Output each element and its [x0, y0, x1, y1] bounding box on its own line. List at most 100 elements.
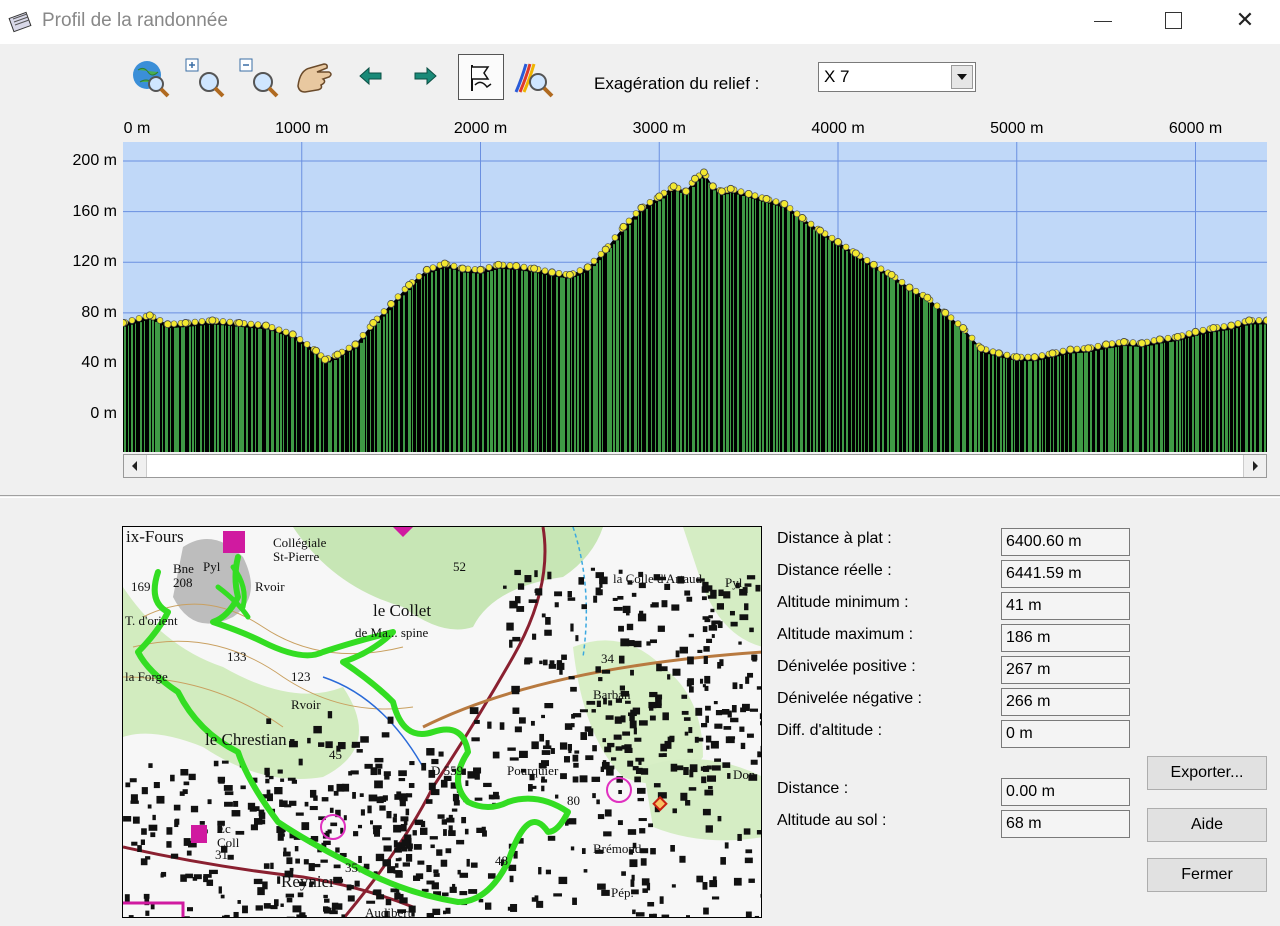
scroll-right-button[interactable]	[1243, 455, 1266, 477]
map-building	[604, 809, 612, 817]
scroll-left-button[interactable]	[124, 455, 147, 477]
map-building	[220, 894, 225, 899]
elevation-bar	[283, 335, 284, 452]
map-place-label: la Colle d'Artaud	[613, 571, 702, 586]
map-building	[166, 841, 172, 848]
map-building	[639, 828, 646, 834]
track-point	[450, 262, 458, 270]
map-building	[393, 813, 397, 818]
stat-label: Distance réelle :	[777, 562, 892, 579]
elevation-bar	[323, 361, 324, 452]
map-building	[613, 606, 623, 611]
map-place-label: la Forge	[125, 669, 168, 684]
map-building	[646, 641, 651, 646]
elevation-bar	[228, 325, 230, 452]
map-building	[156, 795, 165, 804]
elevation-bar	[152, 320, 154, 452]
elevation-bar	[596, 263, 598, 452]
flag-button[interactable]	[458, 54, 504, 100]
map-building	[688, 787, 697, 791]
data-point	[288, 330, 297, 339]
elevation-bar	[873, 268, 875, 452]
map-building	[375, 853, 385, 862]
map-building	[283, 847, 287, 853]
map-building	[711, 634, 715, 638]
map-building	[511, 685, 520, 692]
y-tick-label: 80 m	[81, 303, 117, 321]
elevation-bar	[527, 271, 528, 452]
maximize-button[interactable]	[1138, 0, 1208, 40]
next-button[interactable]	[402, 56, 446, 100]
profile-horizontal-scrollbar[interactable]	[123, 454, 1267, 478]
track-point	[254, 321, 262, 329]
map-building	[320, 859, 328, 863]
stat-label: Altitude au sol :	[777, 812, 887, 829]
elevation-bar	[749, 197, 751, 452]
previous-button[interactable]	[348, 56, 392, 100]
elevation-bar	[1100, 349, 1103, 452]
elevation-bar	[1201, 334, 1202, 452]
map-building	[683, 767, 689, 775]
map-place-label: 80	[567, 793, 580, 808]
elevation-bar	[577, 275, 579, 452]
map-place-label: 45	[329, 747, 342, 762]
map-building	[707, 585, 713, 592]
y-tick-label: 0 m	[90, 405, 117, 423]
elevation-bar	[386, 313, 388, 452]
map-building	[428, 782, 436, 791]
map-building	[431, 882, 439, 890]
help-button[interactable]: Aide	[1147, 808, 1267, 842]
data-point	[1066, 345, 1075, 354]
profile-zoom-button[interactable]	[512, 56, 556, 100]
elevation-bar	[726, 194, 729, 452]
map-building	[199, 821, 205, 825]
elevation-bar	[1222, 330, 1224, 452]
map-building	[359, 793, 364, 797]
minimize-button[interactable]	[1068, 0, 1138, 40]
map-building	[697, 649, 703, 654]
map-building	[286, 897, 293, 903]
map-building	[632, 766, 639, 771]
elevation-bar	[1169, 342, 1172, 452]
maximize-icon	[1165, 12, 1182, 29]
map-building	[638, 761, 642, 765]
map-building	[568, 818, 577, 825]
elevation-bar	[936, 308, 937, 452]
elevation-bar	[902, 286, 903, 452]
zoom-in-icon	[185, 58, 225, 98]
map-building	[190, 805, 199, 813]
pan-button[interactable]	[292, 56, 336, 100]
zoom-out-button[interactable]	[237, 56, 281, 100]
elevation-bar	[239, 326, 242, 452]
elevation-bar	[424, 276, 425, 452]
globe-search-button[interactable]	[128, 56, 172, 100]
data-point	[1227, 321, 1236, 330]
elevation-bar	[957, 326, 960, 452]
close-window-button[interactable]: ✕	[1210, 0, 1280, 40]
relief-exaggeration-select[interactable]: X 7	[818, 62, 976, 92]
data-point	[744, 189, 753, 198]
elevation-bar	[200, 325, 202, 452]
map-building	[555, 794, 559, 799]
elevation-bar	[360, 342, 363, 452]
close-button[interactable]: Fermer	[1147, 858, 1267, 892]
map-place-label: T. d'orient	[125, 613, 178, 628]
map-building	[141, 787, 148, 795]
map-building	[592, 793, 596, 799]
map-place-label: 169	[131, 579, 151, 594]
map-building	[343, 815, 347, 821]
map-building	[374, 757, 384, 763]
elevation-profile-chart[interactable]	[123, 142, 1267, 452]
map-building	[627, 760, 634, 767]
export-button[interactable]: Exporter...	[1147, 756, 1267, 790]
route-map[interactable]: ix-Fours Collégiale St-Pierre Bne 208 Pyl Rvoi…	[122, 526, 762, 918]
data-point	[1209, 324, 1218, 332]
map-building	[327, 711, 333, 719]
zoom-in-button[interactable]	[183, 56, 227, 100]
map-building	[308, 863, 315, 872]
map-building	[352, 792, 356, 799]
map-building	[186, 850, 192, 856]
dropdown-arrow-button[interactable]	[951, 65, 973, 89]
map-building	[672, 808, 677, 814]
elevation-bar	[1147, 346, 1149, 452]
